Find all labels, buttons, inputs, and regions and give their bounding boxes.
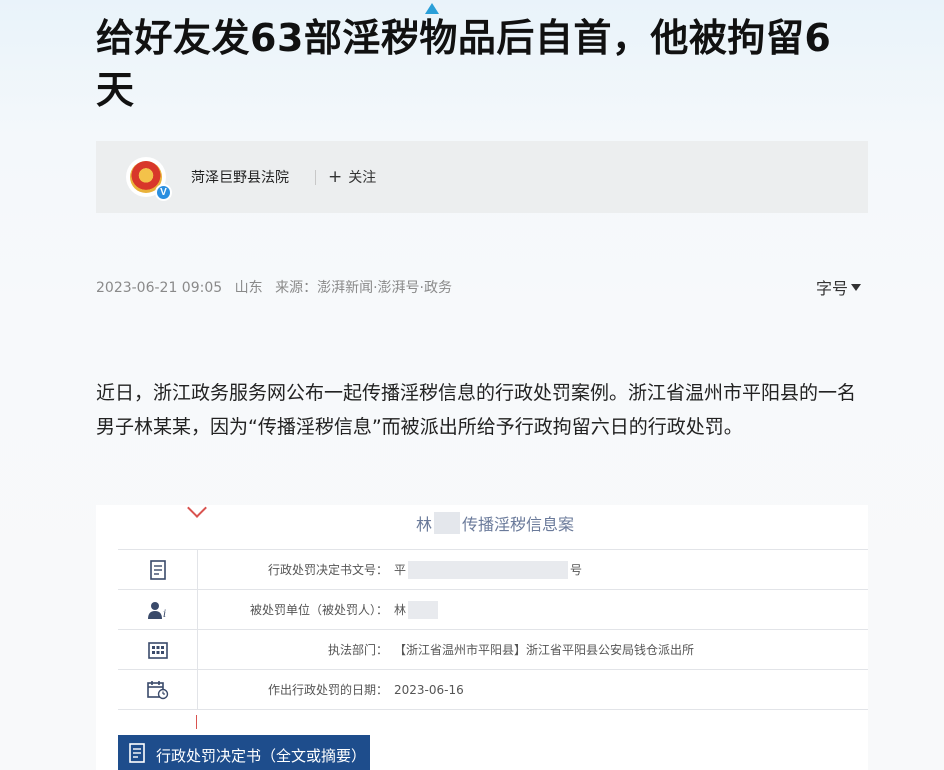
plus-icon: + [328,166,343,187]
article-title: 给好友发63部淫秽物品后自首，他被拘留6天 [96,16,832,112]
article-source: 来源：澎湃新闻·澎湃号·政务 [275,280,452,296]
author-name[interactable]: 菏泽巨野县法院 [191,167,289,187]
document-table: 行政处罚决定书文号： 平 号 i 被处罚单位（被处罚人）： 林 执法部门： 【浙… [118,549,868,710]
row-value: 2023-06-16 [394,682,464,697]
document-icon [128,743,146,767]
tab-label: 行政处罚决定书（全文或摘要） [156,746,367,765]
row-label: 行政处罚决定书文号： [267,563,388,577]
article-paragraph: 近日，浙江政务服务网公布一起传播淫秽信息的行政处罚案例。浙江省温州市平阳县的一名… [96,382,857,438]
building-icon [118,629,198,670]
row-value: 【浙江省温州市平阳县】浙江省平阳县公安局钱仓派出所 [394,643,695,657]
row-value: 平 号 [394,560,582,579]
publish-datetime: 2023-06-21 09:05 [96,280,223,296]
table-row: 执法部门： 【浙江省温州市平阳县】浙江省平阳县公安局钱仓派出所 [118,629,868,670]
red-tick-mark [196,715,197,729]
verified-badge-icon: V [155,184,172,201]
author-bar: V 菏泽巨野县法院 + 关注 [96,141,868,213]
decision-document-tab: 行政处罚决定书（全文或摘要） [118,735,370,770]
font-size-control[interactable]: 字号 [816,275,862,299]
table-row: i 被处罚单位（被处罚人）： 林 [118,589,868,630]
follow-label: 关注 [348,170,377,186]
divider [315,169,316,185]
document-image: 林 传播淫秽信息案 行政处罚决定书文号： 平 号 i 被处罚单位（被处罚人）： … [96,505,868,770]
redaction-blur [408,560,569,579]
table-row: 作出行政处罚的日期： 2023-06-16 [118,669,868,710]
publish-location: 山东 [234,280,263,296]
row-value: 林 [394,600,440,619]
redaction-blur [434,512,461,534]
row-label: 被处罚单位（被处罚人）： [249,603,388,617]
article-meta: 2023-06-21 09:05 山东 来源：澎湃新闻·澎湃号·政务 [96,277,460,297]
font-size-label: 字号 [816,279,849,298]
calendar-icon [118,669,198,710]
redaction-blur [408,600,439,619]
document-icon [118,549,198,590]
avatar[interactable]: V [126,157,172,201]
row-label: 执法部门： [327,643,388,657]
caret-down-icon [851,283,862,291]
document-title: 林 传播淫秽信息案 [416,511,574,535]
svg-text:i: i [163,609,166,620]
row-label: 作出行政处罚的日期： [267,683,388,697]
person-icon: i [118,589,198,630]
follow-button[interactable]: + 关注 [328,167,376,187]
red-chevron-icon [187,505,207,518]
table-row: 行政处罚决定书文号： 平 号 [118,549,868,590]
